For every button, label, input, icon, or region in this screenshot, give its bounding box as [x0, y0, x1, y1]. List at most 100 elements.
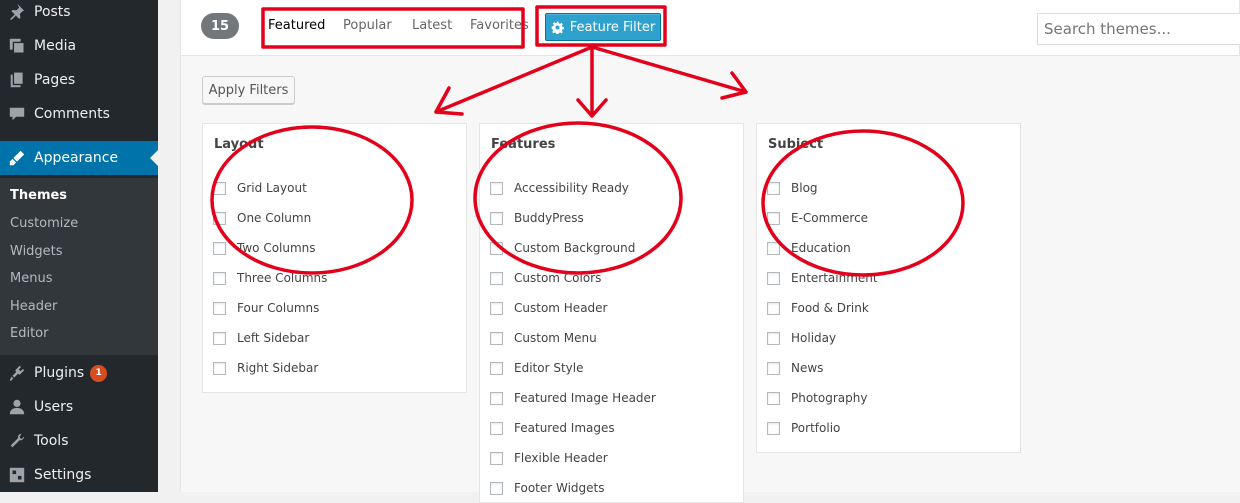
- tools-icon: [0, 432, 34, 450]
- sidebar-item-plugins[interactable]: Plugins 1: [0, 356, 158, 390]
- sidebar-item-label: Media: [34, 38, 77, 54]
- sidebar-item-appearance[interactable]: Appearance: [0, 141, 158, 175]
- filter-option[interactable]: Editor Style: [490, 360, 583, 376]
- filter-option[interactable]: Footer Widgets: [490, 480, 605, 496]
- feature-filter-button[interactable]: Feature Filter: [545, 13, 661, 41]
- filter-option[interactable]: Blog: [767, 180, 818, 196]
- checkbox[interactable]: [767, 391, 780, 405]
- checkbox[interactable]: [767, 181, 780, 195]
- filter-option[interactable]: Featured Image Header: [490, 390, 656, 406]
- checkbox[interactable]: [767, 301, 780, 315]
- checkbox[interactable]: [213, 271, 226, 285]
- option-label: Blog: [791, 181, 818, 195]
- sidebar-item-pages[interactable]: Pages: [0, 63, 158, 97]
- checkbox[interactable]: [490, 331, 503, 345]
- checkbox[interactable]: [213, 211, 226, 225]
- option-label: Custom Colors: [514, 271, 602, 285]
- sidebar-item-media[interactable]: Media: [0, 29, 158, 63]
- filter-option[interactable]: Left Sidebar: [213, 330, 309, 346]
- checkbox[interactable]: [490, 421, 503, 435]
- main-content: 15 Featured Popular Latest Favorites Fea…: [158, 0, 1240, 503]
- filter-option[interactable]: Accessibility Ready: [490, 180, 629, 196]
- filter-option[interactable]: Right Sidebar: [213, 360, 318, 376]
- filter-group-title: Features: [491, 137, 556, 152]
- filter-option[interactable]: Featured Images: [490, 420, 615, 436]
- sidebar-item-users[interactable]: Users: [0, 390, 158, 424]
- submenu-item-themes[interactable]: Themes: [10, 188, 67, 203]
- filter-option[interactable]: News: [767, 360, 823, 376]
- filter-group-title: Subject: [768, 137, 824, 152]
- filter-option[interactable]: Food & Drink: [767, 300, 869, 316]
- checkbox[interactable]: [490, 301, 503, 315]
- checkbox[interactable]: [767, 421, 780, 435]
- checkbox[interactable]: [213, 361, 226, 375]
- checkbox[interactable]: [767, 331, 780, 345]
- submenu-item-customize[interactable]: Customize: [10, 216, 78, 231]
- sidebar-item-comments[interactable]: Comments: [0, 97, 158, 131]
- tab-favorites[interactable]: Favorites: [470, 18, 529, 33]
- admin-sidebar: Posts Media Pages Comments Appearance Th…: [0, 0, 158, 492]
- filter-option[interactable]: Portfolio: [767, 420, 840, 436]
- sidebar-item-label: Posts: [34, 4, 71, 20]
- filter-option[interactable]: Custom Background: [490, 240, 635, 256]
- sidebar-item-settings[interactable]: Settings: [0, 458, 158, 492]
- theme-count: 15: [201, 13, 239, 39]
- checkbox[interactable]: [767, 211, 780, 225]
- filter-option[interactable]: Holiday: [767, 330, 836, 346]
- filter-option[interactable]: BuddyPress: [490, 210, 584, 226]
- filter-option[interactable]: One Column: [213, 210, 311, 226]
- checkbox[interactable]: [767, 271, 780, 285]
- filter-option[interactable]: Grid Layout: [213, 180, 307, 196]
- option-label: E-Commerce: [791, 211, 869, 225]
- search-themes-input[interactable]: [1037, 13, 1240, 45]
- sidebar-item-label: Comments: [34, 106, 110, 122]
- checkbox[interactable]: [767, 241, 780, 255]
- filter-drawer: Apply Filters Layout Grid Layout One Col…: [180, 56, 1240, 503]
- filter-option[interactable]: Entertainment: [767, 270, 878, 286]
- filter-option[interactable]: Custom Header: [490, 300, 607, 316]
- apply-filters-button[interactable]: Apply Filters: [202, 76, 295, 104]
- filter-option[interactable]: Four Columns: [213, 300, 319, 316]
- option-label: Holiday: [791, 331, 837, 345]
- filter-option[interactable]: E-Commerce: [767, 210, 868, 226]
- tab-featured[interactable]: Featured: [268, 18, 325, 33]
- checkbox[interactable]: [490, 361, 503, 375]
- gear-icon: [551, 21, 564, 34]
- submenu-item-header[interactable]: Header: [10, 299, 57, 314]
- sidebar-item-tools[interactable]: Tools: [0, 424, 158, 458]
- filter-option[interactable]: Three Columns: [213, 270, 327, 286]
- tab-latest[interactable]: Latest: [412, 18, 452, 33]
- appearance-icon: [0, 149, 34, 167]
- option-label: BuddyPress: [514, 211, 584, 225]
- option-label: Accessibility Ready: [514, 181, 629, 195]
- tab-popular[interactable]: Popular: [343, 18, 392, 33]
- sidebar-item-posts[interactable]: Posts: [0, 0, 158, 29]
- filter-option[interactable]: Photography: [767, 390, 867, 406]
- sidebar-item-label: Tools: [34, 433, 69, 449]
- checkbox[interactable]: [490, 451, 503, 465]
- submenu-item-editor[interactable]: Editor: [10, 326, 48, 341]
- checkbox[interactable]: [490, 211, 503, 225]
- checkbox[interactable]: [213, 301, 226, 315]
- checkbox[interactable]: [490, 481, 503, 495]
- filter-option[interactable]: Two Columns: [213, 240, 316, 256]
- checkbox[interactable]: [490, 391, 503, 405]
- checkbox[interactable]: [213, 331, 226, 345]
- checkbox[interactable]: [490, 241, 503, 255]
- filter-option[interactable]: Flexible Header: [490, 450, 608, 466]
- filter-group-title: Layout: [214, 137, 264, 152]
- filter-option[interactable]: Custom Menu: [490, 330, 597, 346]
- checkbox[interactable]: [490, 271, 503, 285]
- checkbox[interactable]: [767, 361, 780, 375]
- option-label: Entertainment: [791, 271, 878, 285]
- filter-option[interactable]: Education: [767, 240, 851, 256]
- checkbox[interactable]: [490, 181, 503, 195]
- comments-icon: [0, 105, 34, 123]
- submenu-item-widgets[interactable]: Widgets: [10, 244, 63, 259]
- option-label: News: [791, 361, 824, 375]
- checkbox[interactable]: [213, 181, 226, 195]
- option-label: Grid Layout: [237, 181, 307, 195]
- submenu-item-menus[interactable]: Menus: [10, 271, 52, 286]
- checkbox[interactable]: [213, 241, 226, 255]
- filter-option[interactable]: Custom Colors: [490, 270, 601, 286]
